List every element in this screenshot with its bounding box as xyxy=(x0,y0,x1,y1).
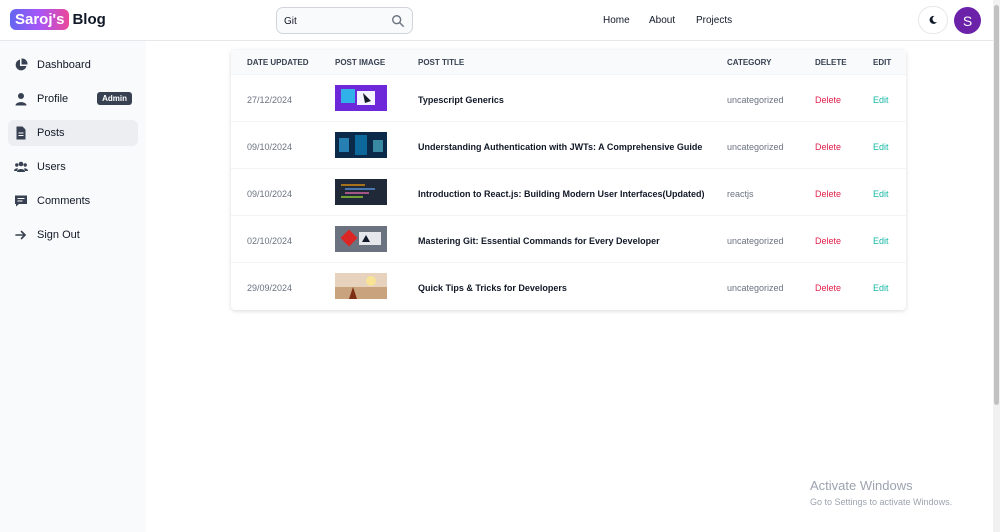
sidebar-item-label: Users xyxy=(37,161,66,173)
post-title-link[interactable]: Quick Tips & Tricks for Developers xyxy=(418,283,567,293)
search-box xyxy=(276,7,413,34)
windows-activation-watermark: Activate Windows Go to Settings to activ… xyxy=(810,478,952,507)
post-date: 27/12/2024 xyxy=(247,95,293,105)
table-row: 09/10/2024 Introduction to React.js: Bui… xyxy=(231,168,906,215)
edit-post-link[interactable]: Edit xyxy=(873,236,889,246)
sidebar-item-label: Comments xyxy=(37,195,91,207)
sidebar-item-label: Dashboard xyxy=(37,59,91,71)
document-icon xyxy=(16,126,26,140)
post-date: 29/09/2024 xyxy=(247,283,293,293)
sidebar-item-users[interactable]: Users xyxy=(8,154,138,180)
moon-icon xyxy=(929,15,937,24)
nav-about-link[interactable]: About xyxy=(649,15,675,26)
delete-post-button[interactable]: Delete xyxy=(815,142,841,152)
posts-table: DATE UPDATED POST IMAGE POST TITLE CATEG… xyxy=(231,50,906,310)
post-thumbnail[interactable] xyxy=(335,273,387,299)
pie-chart-icon xyxy=(15,58,28,71)
sidebar-item-posts[interactable]: Posts xyxy=(8,120,138,146)
search-icon[interactable] xyxy=(391,14,405,28)
post-title-link[interactable]: Mastering Git: Essential Commands for Ev… xyxy=(418,236,660,246)
edit-post-link[interactable]: Edit xyxy=(873,142,889,152)
post-category: uncategorized xyxy=(727,236,784,246)
column-header-edit: EDIT xyxy=(873,58,892,67)
table-header: DATE UPDATED POST IMAGE POST TITLE CATEG… xyxy=(231,50,906,74)
table-row: 02/10/2024 Mastering Git: Essential Comm… xyxy=(231,215,906,262)
sidebar-item-label: Profile xyxy=(37,93,69,105)
arrow-right-icon xyxy=(15,230,26,240)
edit-post-link[interactable]: Edit xyxy=(873,283,889,293)
table-row: 29/09/2024 Quick Tips & Tricks for Devel… xyxy=(231,262,906,309)
sidebar-item-label: Sign Out xyxy=(37,229,80,241)
sidebar-item-label: Posts xyxy=(37,127,65,139)
delete-post-button[interactable]: Delete xyxy=(815,95,841,105)
sidebar-item-dashboard[interactable]: Dashboard xyxy=(8,52,138,78)
theme-toggle-button[interactable] xyxy=(918,6,948,34)
table-row: 09/10/2024 Understanding Authentication … xyxy=(231,121,906,168)
post-thumbnail[interactable] xyxy=(335,226,387,252)
post-date: 09/10/2024 xyxy=(247,142,293,152)
comment-icon xyxy=(15,195,27,207)
sidebar-item-sign-out[interactable]: Sign Out xyxy=(8,222,138,248)
column-header-title: POST TITLE xyxy=(418,58,465,67)
table-row: 27/12/2024 Typescript Generics uncategor… xyxy=(231,74,906,121)
delete-post-button[interactable]: Delete xyxy=(815,236,841,246)
logo-badge: Saroj's xyxy=(10,9,70,30)
column-header-delete: DELETE xyxy=(815,58,847,67)
top-navbar: Saroj's Blog Home About Projects S xyxy=(0,0,993,41)
post-thumbnail[interactable] xyxy=(335,85,387,111)
post-category: reactjs xyxy=(727,189,754,199)
edit-post-link[interactable]: Edit xyxy=(873,95,889,105)
column-header-category: CATEGORY xyxy=(727,58,772,67)
sidebar: Dashboard Profile Admin Posts Users Comm… xyxy=(0,41,146,532)
edit-post-link[interactable]: Edit xyxy=(873,189,889,199)
watermark-title: Activate Windows xyxy=(810,478,913,493)
post-category: uncategorized xyxy=(727,142,784,152)
watermark-subtitle: Go to Settings to activate Windows. xyxy=(810,497,953,507)
users-icon xyxy=(14,161,28,172)
post-date: 09/10/2024 xyxy=(247,189,293,199)
post-title-link[interactable]: Introduction to React.js: Building Moder… xyxy=(418,189,705,199)
user-icon xyxy=(15,93,27,106)
nav-home-link[interactable]: Home xyxy=(603,15,630,26)
site-logo[interactable]: Saroj's Blog xyxy=(10,9,106,30)
scrollbar-thumb[interactable] xyxy=(994,5,999,405)
logo-text: Blog xyxy=(72,11,106,28)
nav-projects-link[interactable]: Projects xyxy=(696,15,732,26)
delete-post-button[interactable]: Delete xyxy=(815,189,841,199)
user-avatar[interactable]: S xyxy=(954,7,981,34)
sidebar-item-profile[interactable]: Profile Admin xyxy=(8,86,138,112)
post-title-link[interactable]: Typescript Generics xyxy=(418,95,504,105)
post-category: uncategorized xyxy=(727,283,784,293)
page-scrollbar[interactable] xyxy=(993,0,1000,532)
post-date: 02/10/2024 xyxy=(247,236,293,246)
post-title-link[interactable]: Understanding Authentication with JWTs: … xyxy=(418,142,702,152)
admin-badge: Admin xyxy=(97,92,132,105)
search-input[interactable] xyxy=(284,13,384,29)
column-header-image: POST IMAGE xyxy=(335,58,386,67)
post-thumbnail[interactable] xyxy=(335,179,387,205)
post-category: uncategorized xyxy=(727,95,784,105)
sidebar-item-comments[interactable]: Comments xyxy=(8,188,138,214)
column-header-date: DATE UPDATED xyxy=(247,58,309,67)
post-thumbnail[interactable] xyxy=(335,132,387,158)
delete-post-button[interactable]: Delete xyxy=(815,283,841,293)
